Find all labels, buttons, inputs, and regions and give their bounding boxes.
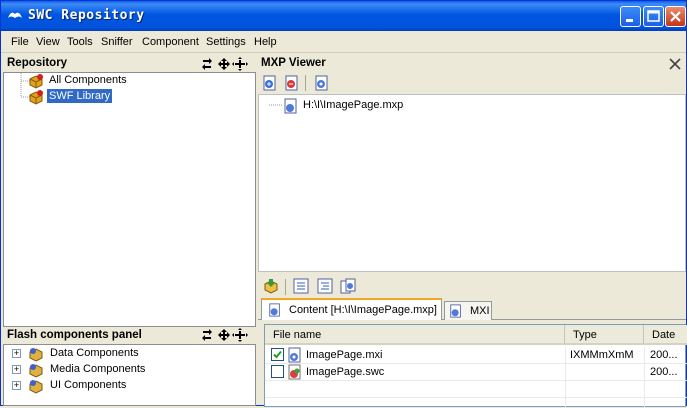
column-header-type[interactable]: Type	[565, 325, 644, 345]
menu-help[interactable]: Help	[254, 36, 277, 48]
flash-components-tree[interactable]: + Data Components + Media Components + U…	[3, 344, 256, 406]
tree-item-label: Data Components	[50, 347, 139, 359]
tree-item-data-components[interactable]: + Data Components	[12, 346, 242, 362]
column-header-date[interactable]: Date	[644, 325, 687, 345]
menu-settings[interactable]: Settings	[206, 36, 246, 48]
close-panel-icon[interactable]	[668, 57, 682, 71]
menu-view[interactable]: View	[36, 36, 60, 48]
mxp-file-icon	[284, 98, 297, 114]
install-icon[interactable]	[263, 278, 279, 294]
tree-item-label-selected: SWF Library	[47, 89, 113, 103]
maximize-button[interactable]	[643, 6, 664, 27]
file-name-cell: ImagePage.swc	[306, 366, 385, 378]
mxp-file-path: H:\I\ImagePage.mxp	[303, 99, 404, 111]
toolbar-separator	[285, 279, 286, 295]
menu-component[interactable]: Component	[142, 36, 199, 48]
mxp-file-icon	[269, 303, 280, 317]
maximize-icon	[647, 10, 660, 22]
row-divider	[265, 397, 687, 398]
swc-file-icon	[288, 364, 301, 380]
column-header-file-name[interactable]: File name	[265, 325, 565, 345]
dock-arrows-icon[interactable]	[200, 328, 250, 342]
table-row[interactable]: ImagePage.swc 200...	[265, 364, 687, 380]
dock-arrows-icon[interactable]	[200, 57, 250, 71]
expand-icon[interactable]: +	[12, 381, 21, 390]
repository-tree[interactable]: All Components SWF Library	[3, 72, 256, 327]
flash-panel-title: Flash components panel	[7, 329, 142, 341]
close-button[interactable]	[665, 6, 686, 27]
expand-icon[interactable]: +	[12, 365, 21, 374]
toolbar-separator	[305, 75, 306, 91]
package-icon	[29, 364, 43, 378]
file-list-table[interactable]: File name Type Date ImagePage.mxi IXMMmX…	[264, 324, 687, 408]
file-date-cell: 200...	[650, 366, 678, 378]
content-toolbar	[258, 276, 686, 298]
component-box-icon	[29, 90, 43, 105]
table-row[interactable]: ImagePage.mxi IXMMmXmM 200...	[265, 347, 687, 363]
mxi-file-icon	[288, 347, 301, 363]
menu-bar: File View Tools Sniffer Component Settin…	[1, 31, 686, 53]
tree-item-ui-components[interactable]: + UI Components	[12, 378, 242, 394]
mxi-file-icon	[450, 304, 461, 318]
package-icon	[29, 348, 43, 362]
window-title: SWC Repository	[28, 8, 145, 23]
menu-file[interactable]: File	[11, 36, 29, 48]
file-type-cell: IXMMmXmM	[570, 349, 634, 361]
row-divider	[265, 380, 687, 381]
tab-mxi-label: MXI	[470, 305, 490, 317]
repository-header: Repository	[3, 55, 255, 72]
tree-item-all-components[interactable]: All Components	[28, 73, 228, 89]
app-window: SWC Repository File View Tools Sniffer C…	[0, 0, 687, 408]
mxp-file-item[interactable]: H:\I\ImagePage.mxp	[283, 98, 483, 114]
row-checkbox[interactable]	[271, 365, 284, 378]
file-date-cell: 200...	[650, 349, 678, 361]
add-package-icon[interactable]	[262, 75, 278, 91]
package-icon	[29, 380, 43, 394]
mxp-viewer-header: MXP Viewer	[258, 55, 686, 72]
app-logo-icon	[8, 12, 22, 18]
expand-icon[interactable]: +	[12, 349, 21, 358]
menu-tools[interactable]: Tools	[67, 36, 93, 48]
tab-mxi[interactable]: MXI	[444, 301, 492, 320]
repository-title: Repository	[7, 57, 68, 69]
extract-files-icon[interactable]	[340, 278, 356, 294]
minimize-button[interactable]	[620, 6, 641, 27]
tab-content-label: Content [H:\I\ImagePage.mxp]	[289, 304, 437, 316]
minimize-icon	[626, 19, 633, 22]
tree-item-label: Media Components	[50, 363, 146, 375]
row-checkbox[interactable]	[271, 348, 284, 361]
package-info-icon[interactable]	[314, 75, 330, 91]
checkmark-icon	[273, 350, 282, 359]
expand-list-icon[interactable]	[293, 278, 309, 294]
mxp-file-tree[interactable]: H:\I\ImagePage.mxp	[258, 94, 686, 272]
tree-item-label: UI Components	[50, 379, 127, 391]
mxp-viewer-title: MXP Viewer	[261, 57, 326, 69]
tree-item-media-components[interactable]: + Media Components	[12, 362, 242, 378]
remove-package-icon[interactable]	[284, 75, 300, 91]
component-box-icon	[29, 74, 43, 89]
tab-content[interactable]: Content [H:\I\ImagePage.mxp]	[261, 298, 442, 320]
collapse-list-icon[interactable]	[317, 278, 333, 294]
close-icon	[670, 11, 681, 22]
flash-panel-header: Flash components panel	[3, 328, 255, 344]
mxp-toolbar	[258, 72, 686, 94]
tree-item-swf-library[interactable]: SWF Library	[28, 89, 228, 105]
file-name-cell: ImagePage.mxi	[306, 349, 383, 361]
title-bar[interactable]: SWC Repository	[1, 1, 686, 31]
tree-item-label: All Components	[49, 74, 127, 86]
menu-sniffer[interactable]: Sniffer	[101, 36, 133, 48]
